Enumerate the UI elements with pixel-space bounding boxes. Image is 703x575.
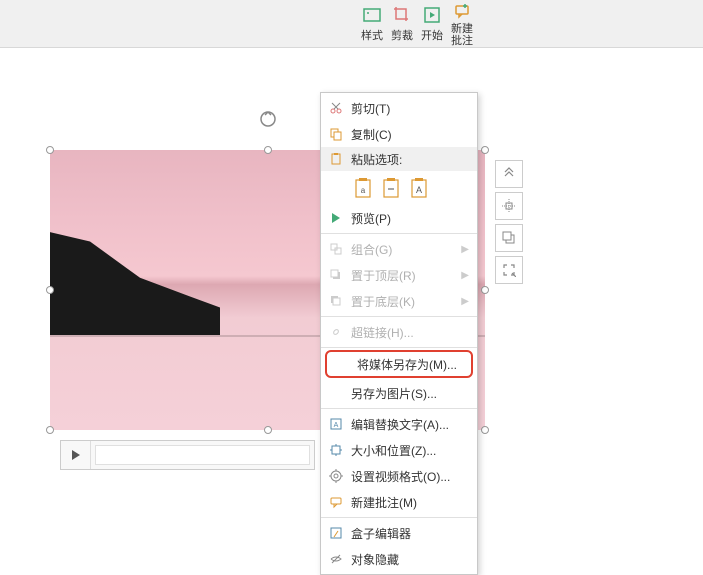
menu-separator bbox=[321, 233, 477, 234]
menu-new-comment[interactable]: 新建批注(M) bbox=[321, 489, 477, 515]
menu-new-comment-icon bbox=[325, 493, 347, 511]
menu-save-media-label: 将媒体另存为(M)... bbox=[357, 356, 463, 373]
menu-save-picture-label: 另存为图片(S)... bbox=[351, 385, 469, 402]
menu-group: 组合(G) ▶ bbox=[321, 236, 477, 262]
selection-handle-tr[interactable] bbox=[481, 146, 489, 154]
ribbon-crop[interactable]: 剪裁 bbox=[387, 0, 417, 48]
menu-cut[interactable]: 剪切(T) bbox=[321, 95, 477, 121]
menu-group-label: 组合(G) bbox=[351, 241, 461, 258]
paste-options-row: a A bbox=[321, 171, 477, 205]
submenu-arrow-icon: ▶ bbox=[461, 296, 469, 307]
menu-send-back-label: 置于底层(K) bbox=[351, 293, 461, 310]
side-tool-fullscreen[interactable] bbox=[495, 256, 523, 284]
play-track[interactable] bbox=[95, 445, 310, 465]
mountain-shape bbox=[50, 225, 220, 335]
menu-paste-header: 粘贴选项: bbox=[321, 147, 477, 171]
save-picture-icon bbox=[325, 384, 347, 402]
preview-play-icon bbox=[325, 209, 347, 227]
side-tool-align[interactable] bbox=[495, 192, 523, 220]
menu-separator bbox=[321, 347, 477, 348]
menu-bring-front: 置于顶层(R) ▶ bbox=[321, 262, 477, 288]
save-media-icon bbox=[331, 355, 353, 373]
new-comment-icon bbox=[452, 1, 472, 21]
ribbon-style-label: 样式 bbox=[361, 27, 383, 43]
menu-save-media-as[interactable]: 将媒体另存为(M)... bbox=[325, 350, 473, 378]
menu-copy[interactable]: 复制(C) bbox=[321, 121, 477, 147]
paste-icon bbox=[325, 150, 347, 168]
menu-hyperlink: 超链接(H)... bbox=[321, 319, 477, 345]
menu-paste-label: 粘贴选项: bbox=[351, 151, 473, 168]
menu-bring-front-label: 置于顶层(R) bbox=[351, 267, 461, 284]
context-menu: 剪切(T) 复制(C) 粘贴选项: a A 预览(P) 组合(G) ▶ 置于顶层… bbox=[320, 92, 478, 575]
menu-preview-label: 预览(P) bbox=[351, 210, 469, 227]
paste-option-text-only[interactable]: A bbox=[407, 175, 431, 201]
menu-new-comment-label: 新建批注(M) bbox=[351, 494, 469, 511]
ribbon-style[interactable]: 样式 bbox=[357, 0, 387, 48]
selection-handle-mr[interactable] bbox=[481, 286, 489, 294]
paste-option-keep-format[interactable] bbox=[379, 175, 403, 201]
ribbon-start-label: 开始 bbox=[421, 27, 443, 43]
menu-send-back: 置于底层(K) ▶ bbox=[321, 288, 477, 314]
play-button[interactable] bbox=[61, 441, 91, 469]
ribbon-new-comment[interactable]: 新建批注 bbox=[447, 0, 477, 48]
rotate-handle[interactable] bbox=[259, 110, 277, 128]
alt-text-icon: A bbox=[325, 415, 347, 433]
ribbon-new-comment-label: 新建批注 bbox=[450, 23, 474, 47]
menu-box-editor-label: 盒子编辑器 bbox=[351, 525, 469, 542]
hyperlink-icon bbox=[325, 323, 347, 341]
selection-handle-bl[interactable] bbox=[46, 426, 54, 434]
menu-alt-text-label: 编辑替换文字(A)... bbox=[351, 416, 469, 433]
bring-front-icon bbox=[325, 266, 347, 284]
menu-preview[interactable]: 预览(P) bbox=[321, 205, 477, 231]
side-tool-arrange[interactable] bbox=[495, 224, 523, 252]
menu-separator bbox=[321, 517, 477, 518]
menu-separator bbox=[321, 316, 477, 317]
play-settings-icon bbox=[422, 5, 442, 25]
paste-option-keep-text[interactable]: a bbox=[351, 175, 375, 201]
ribbon-bar: 样式 剪裁 开始 新建批注 bbox=[0, 0, 703, 48]
menu-copy-label: 复制(C) bbox=[351, 126, 469, 143]
menu-box-editor[interactable]: 盒子编辑器 bbox=[321, 520, 477, 546]
menu-video-format-label: 设置视频格式(O)... bbox=[351, 468, 469, 485]
crop-icon bbox=[392, 5, 412, 25]
selection-handle-ml[interactable] bbox=[46, 286, 54, 294]
menu-size-position-label: 大小和位置(Z)... bbox=[351, 442, 469, 459]
menu-cut-label: 剪切(T) bbox=[351, 100, 469, 117]
submenu-arrow-icon: ▶ bbox=[461, 270, 469, 281]
menu-hide-label: 对象隐藏 bbox=[351, 551, 469, 568]
selection-handle-tl[interactable] bbox=[46, 146, 54, 154]
selection-handle-bm[interactable] bbox=[264, 426, 272, 434]
video-format-icon bbox=[325, 467, 347, 485]
copy-icon bbox=[325, 125, 347, 143]
selection-handle-br[interactable] bbox=[481, 426, 489, 434]
box-editor-icon bbox=[325, 524, 347, 542]
menu-hyperlink-label: 超链接(H)... bbox=[351, 324, 469, 341]
side-tool-collapse[interactable] bbox=[495, 160, 523, 188]
cut-icon bbox=[325, 99, 347, 117]
menu-save-as-picture[interactable]: 另存为图片(S)... bbox=[321, 380, 477, 406]
media-play-bar bbox=[60, 440, 315, 470]
selection-handle-tm[interactable] bbox=[264, 146, 272, 154]
menu-video-format[interactable]: 设置视频格式(O)... bbox=[321, 463, 477, 489]
ribbon-group: 样式 剪裁 开始 新建批注 bbox=[357, 0, 477, 48]
svg-text:A: A bbox=[334, 422, 339, 429]
ribbon-start[interactable]: 开始 bbox=[417, 0, 447, 48]
send-back-icon bbox=[325, 292, 347, 310]
group-icon bbox=[325, 240, 347, 258]
ribbon-crop-label: 剪裁 bbox=[391, 27, 413, 43]
svg-text:A: A bbox=[416, 185, 422, 195]
canvas-area[interactable]: 剪切(T) 复制(C) 粘贴选项: a A 预览(P) 组合(G) ▶ 置于顶层… bbox=[0, 65, 703, 541]
hide-icon bbox=[325, 550, 347, 568]
style-icon bbox=[362, 5, 382, 25]
menu-separator bbox=[321, 408, 477, 409]
submenu-arrow-icon: ▶ bbox=[461, 244, 469, 255]
menu-alt-text[interactable]: A 编辑替换文字(A)... bbox=[321, 411, 477, 437]
menu-size-position[interactable]: 大小和位置(Z)... bbox=[321, 437, 477, 463]
size-position-icon bbox=[325, 441, 347, 459]
menu-hide-object[interactable]: 对象隐藏 bbox=[321, 546, 477, 572]
side-tools bbox=[495, 160, 523, 288]
svg-text:a: a bbox=[361, 186, 366, 195]
